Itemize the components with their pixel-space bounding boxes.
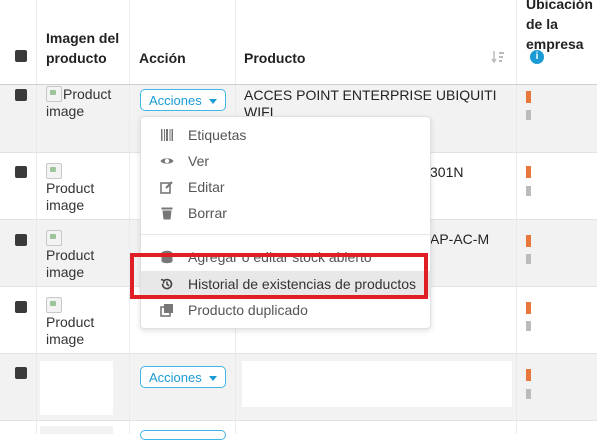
- select-all-checkbox[interactable]: [15, 50, 27, 62]
- row-checkbox[interactable]: [15, 89, 27, 101]
- column-header-product[interactable]: Producto: [244, 48, 305, 68]
- menu-item-view[interactable]: Ver: [141, 148, 430, 174]
- chevron-down-icon: [208, 376, 217, 382]
- broken-image-icon: [46, 297, 62, 313]
- location-marker: [526, 110, 531, 120]
- broken-image-icon: [46, 163, 62, 179]
- product-name: ACCES POINT ENTERPRISE UBIQUITI WIFI65: [244, 87, 497, 117]
- menu-item-edit[interactable]: Editar: [141, 174, 430, 200]
- product-name: [242, 361, 512, 407]
- sort-icon[interactable]: [491, 50, 505, 64]
- row-checkbox[interactable]: [15, 367, 27, 379]
- column-header-action: Acción: [139, 50, 186, 66]
- row-checkbox[interactable]: [15, 234, 27, 246]
- product-image: [40, 361, 113, 415]
- actions-dropdown-button[interactable]: Acciones: [140, 366, 226, 388]
- location-marker: [526, 254, 531, 264]
- product-name: AP-AC-M: [430, 231, 490, 247]
- location-marker: [526, 302, 531, 314]
- location-marker: [526, 186, 531, 196]
- broken-image-icon: [46, 230, 62, 246]
- product-image: Product image: [46, 297, 116, 347]
- actions-dropdown-button[interactable]: Acciones: [140, 89, 226, 111]
- broken-image-icon: [46, 86, 62, 102]
- chevron-down-icon: [208, 99, 217, 105]
- menu-item-delete[interactable]: Borrar: [141, 200, 430, 226]
- menu-item-labels[interactable]: Etiquetas: [141, 122, 430, 148]
- location-marker: [526, 321, 531, 331]
- barcode-icon: [161, 129, 173, 141]
- product-image: [40, 426, 113, 434]
- location-marker: [526, 91, 531, 103]
- column-header-image: Imagen del producto: [46, 30, 120, 66]
- location-marker: [526, 369, 531, 381]
- edit-icon: [160, 181, 173, 194]
- location-marker: [526, 166, 531, 178]
- actions-dropdown-button[interactable]: [140, 430, 226, 440]
- product-name: 301N: [430, 164, 464, 180]
- info-icon[interactable]: i: [530, 50, 544, 64]
- eye-icon: [160, 158, 174, 164]
- copy-icon: [160, 304, 173, 317]
- highlight-box: [130, 253, 428, 299]
- row-checkbox[interactable]: [15, 166, 27, 178]
- menu-item-duplicate[interactable]: Producto duplicado: [141, 297, 430, 323]
- product-image: Product image: [46, 86, 112, 119]
- location-marker: [526, 389, 531, 399]
- column-header-location: Ubicación de la empresa: [526, 0, 593, 52]
- row-checkbox[interactable]: [15, 301, 27, 313]
- product-image: Product image: [46, 163, 116, 213]
- product-image: Product image: [46, 230, 116, 280]
- trash-icon: [161, 207, 173, 220]
- location-marker: [526, 235, 531, 247]
